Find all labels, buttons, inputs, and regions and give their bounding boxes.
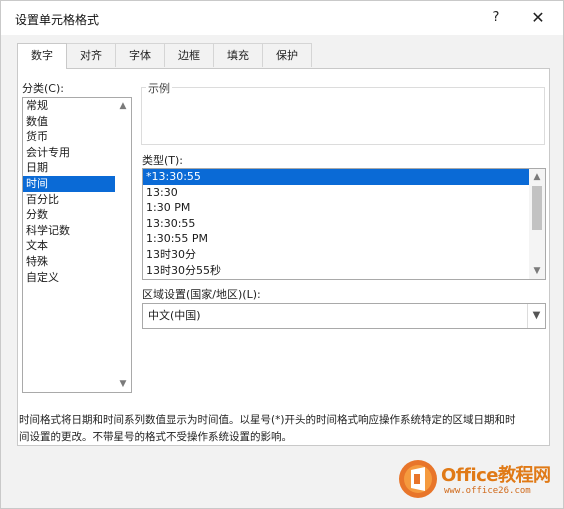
help-button[interactable]: ? (479, 5, 513, 31)
watermark-url: www.office26.com (444, 486, 531, 496)
tab-font[interactable]: 字体 (115, 43, 165, 67)
tab-alignment[interactable]: 对齐 (66, 43, 116, 67)
list-item[interactable]: 13时30分 (143, 247, 545, 263)
category-label: 分类(C): (22, 82, 64, 95)
format-description: 时间格式将日期和时间系列数值显示为时间值。以星号(*)开头的时间格式响应操作系统… (19, 412, 549, 446)
chevron-up-icon[interactable]: ▲ (115, 98, 131, 114)
chevron-up-icon[interactable]: ▲ (529, 169, 545, 185)
dialog-title: 设置单元格格式 (15, 13, 100, 27)
chevron-down-icon[interactable]: ▼ (115, 376, 131, 392)
description-line: 时间格式将日期和时间系列数值显示为时间值。以星号(*)开头的时间格式响应操作系统… (19, 414, 516, 426)
number-tab-panel: 分类(C): 常规 数值 货币 会计专用 日期 时间 百分比 分数 科学记数 文… (17, 68, 550, 446)
sample-box: 示例 (141, 80, 545, 145)
list-item[interactable]: 1:30:55 PM (143, 231, 545, 247)
tab-number[interactable]: 数字 (17, 43, 67, 69)
title-bar: 设置单元格格式 ? ✕ (1, 1, 563, 35)
list-item[interactable]: 13:30:55 (143, 216, 545, 232)
sample-label: 示例 (146, 80, 172, 96)
tab-strip: 数字 对齐 字体 边框 填充 保护 (17, 43, 312, 69)
watermark: Office教程网 www.office26.com (398, 459, 564, 507)
type-scrollbar[interactable]: ▲ ▼ (529, 169, 545, 279)
tab-fill[interactable]: 填充 (213, 43, 263, 67)
format-cells-dialog: 设置单元格格式 ? ✕ 数字 对齐 字体 边框 填充 保护 分类(C): 常规 … (0, 0, 564, 509)
locale-value: 中文(中国) (148, 309, 201, 322)
scroll-thumb[interactable] (532, 186, 542, 230)
list-item[interactable]: 13:30 (143, 185, 545, 201)
type-list[interactable]: *13:30:55 13:30 1:30 PM 13:30:55 1:30:55… (142, 168, 546, 280)
watermark-title: Office教程网 (441, 465, 551, 486)
category-list[interactable]: 常规 数值 货币 会计专用 日期 时间 百分比 分数 科学记数 文本 特殊 自定… (22, 97, 132, 393)
chevron-down-icon[interactable]: ▼ (527, 304, 545, 328)
close-button[interactable]: ✕ (521, 5, 555, 31)
chevron-down-icon[interactable]: ▼ (529, 263, 545, 279)
list-item[interactable]: 1:30 PM (143, 200, 545, 216)
tab-border[interactable]: 边框 (164, 43, 214, 67)
locale-label: 区域设置(国家/地区)(L): (142, 288, 261, 301)
locale-select[interactable]: 中文(中国) ▼ (142, 303, 546, 329)
tab-protection[interactable]: 保护 (262, 43, 312, 67)
list-item-selected[interactable]: 时间 (23, 175, 115, 192)
category-scrollbar[interactable]: ▲ ▼ (115, 98, 131, 392)
list-item-selected[interactable]: *13:30:55 (143, 169, 529, 185)
office-logo-icon (399, 460, 437, 498)
type-label: 类型(T): (142, 154, 184, 167)
description-line: 间设置的更改。不带星号的格式不受操作系统设置的影响。 (19, 431, 292, 443)
list-item[interactable]: 13时30分55秒 (143, 263, 545, 279)
